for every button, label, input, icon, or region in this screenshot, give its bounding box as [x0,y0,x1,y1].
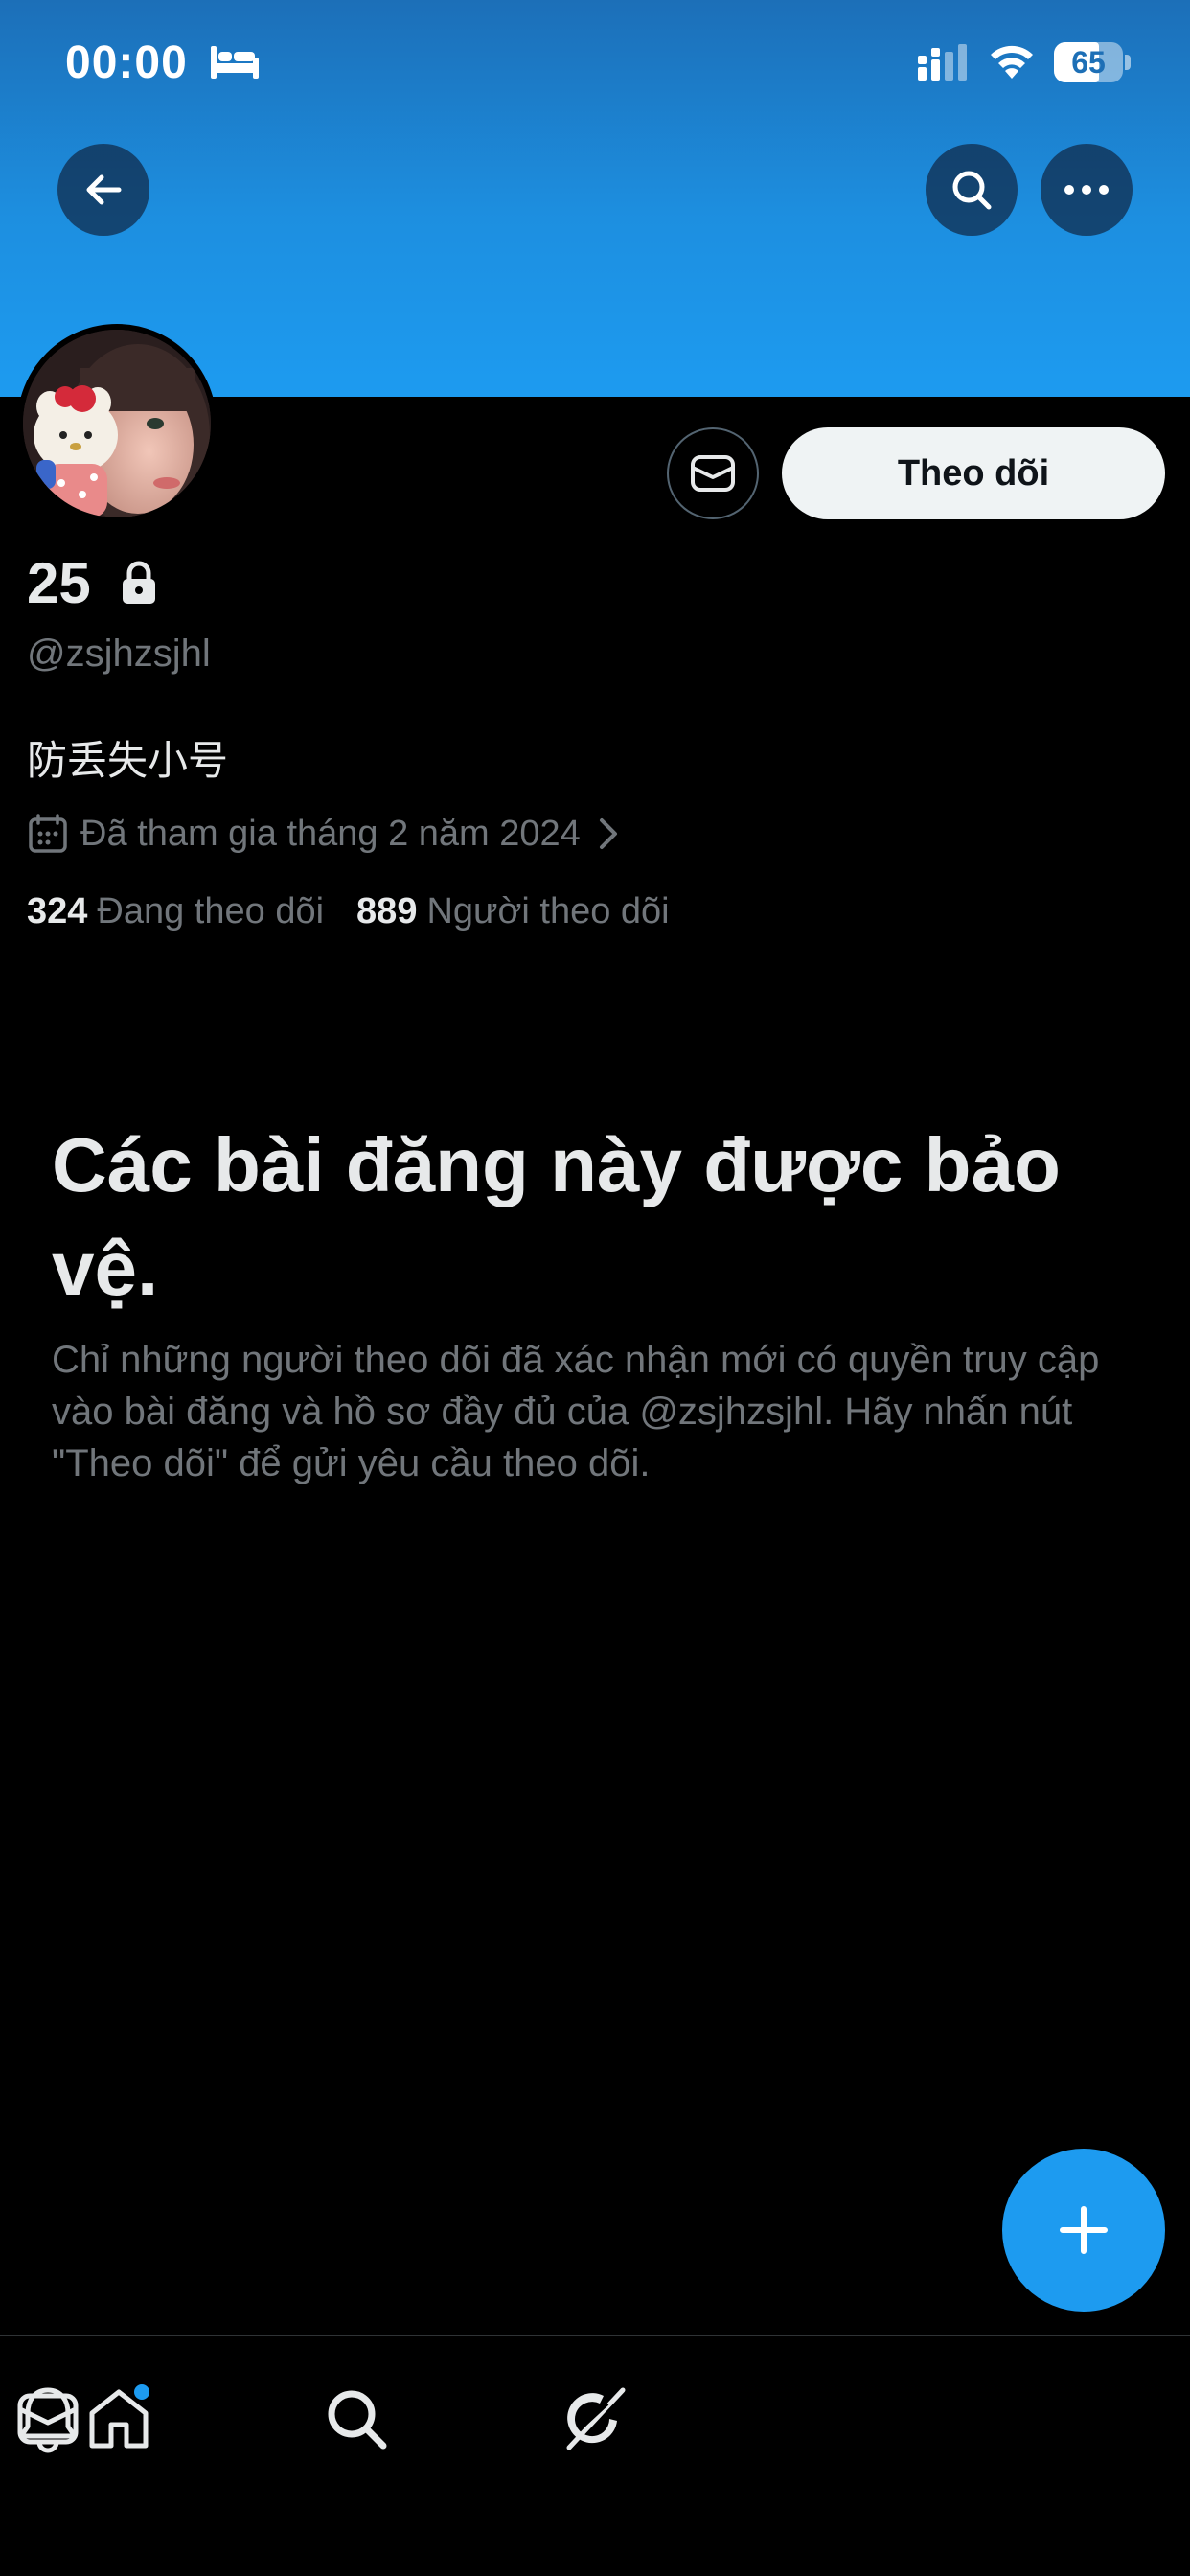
mail-icon [17,2393,79,2445]
follow-stats: 324 Đang theo dõi 889 Người theo dõi [27,891,702,932]
status-time: 00:00 [65,37,188,88]
following-label[interactable]: Đang theo dõi [97,891,324,932]
search-icon [328,2390,387,2450]
followers-label[interactable]: Người theo dõi [426,891,669,932]
compose-post-button[interactable] [1002,2149,1165,2312]
message-button[interactable] [667,427,759,519]
mail-icon [691,455,735,492]
bottom-navigation [0,2334,1190,2576]
follow-button[interactable]: Theo dõi [782,427,1165,519]
lock-icon [123,561,155,604]
battery-level: 65 [1071,45,1106,80]
nav-grok[interactable] [546,2371,642,2467]
back-button[interactable] [57,144,149,236]
profile-bio: 防丢失小号 [27,737,229,784]
status-bar: 00:00 65 [0,0,1190,129]
plus-icon [1060,2206,1108,2254]
join-date: Đã tham gia tháng 2 năm 2024 [80,813,581,854]
chevron-right-icon [599,818,617,849]
avatar-image [23,330,211,518]
grok-icon [566,2387,626,2450]
following-count[interactable]: 324 [27,891,87,932]
arrow-left-icon [86,174,122,205]
nav-messages[interactable] [0,2371,96,2467]
protected-description: Chỉ những người theo dõi đã xác nhận mới… [52,1339,1100,1484]
join-date-row[interactable]: Đã tham gia tháng 2 năm 2024 [27,811,623,857]
search-icon [952,171,992,210]
profile-handle: @zsjhzsjhl [27,632,211,675]
display-name: 25 [27,551,91,615]
search-button[interactable] [926,144,1018,236]
home-notification-dot [134,2384,149,2400]
wifi-icon [991,45,1033,79]
calendar-icon [29,814,67,853]
nav-search[interactable] [309,2371,404,2467]
sleep-focus-icon [211,46,259,79]
more-horizontal-icon [1064,185,1109,195]
followers-count[interactable]: 889 [356,891,417,932]
avatar[interactable] [17,324,217,523]
cellular-signal-icon [918,44,967,80]
battery-indicator: 65 [1054,42,1131,82]
protected-title: Các bài đăng này được bảo vệ. [52,1122,1061,1311]
more-options-button[interactable] [1041,144,1133,236]
